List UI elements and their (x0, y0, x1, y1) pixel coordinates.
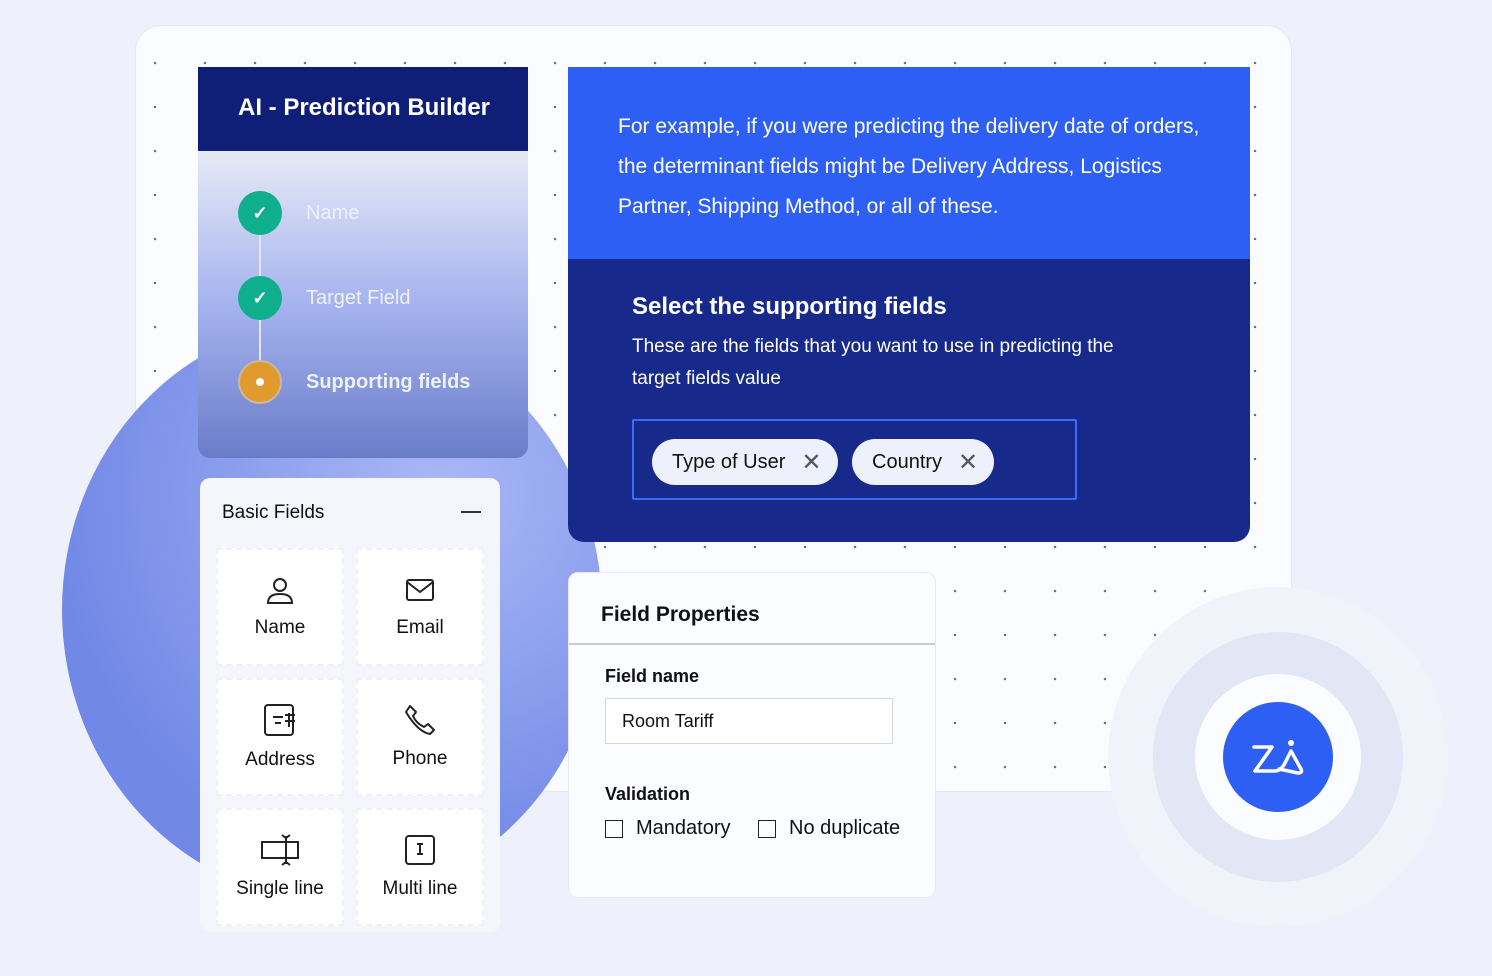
field-properties-card: Field Properties Field name Room Tariff … (568, 572, 936, 898)
user-icon (266, 578, 294, 604)
step-connector (259, 235, 261, 277)
step-label: Name (306, 201, 360, 224)
zia-logo[interactable] (1223, 702, 1333, 812)
field-tile-address[interactable]: Address (216, 678, 344, 796)
mail-icon (406, 579, 434, 601)
current-step-icon (238, 360, 282, 404)
collapse-icon[interactable] (461, 511, 481, 513)
basic-fields-card: Basic Fields Name Email Address Phone Si… (200, 478, 500, 932)
field-tile-name[interactable]: Name (216, 548, 344, 666)
checkbox-icon (605, 819, 623, 838)
field-name-label: Field name (605, 666, 700, 686)
close-icon[interactable]: ✕ (958, 448, 978, 477)
tile-label: Single line (236, 878, 324, 899)
builder-steps: ✓ Name ✓ Target Field Supporting fields (198, 151, 528, 458)
checkbox-icon (758, 819, 776, 838)
chip-type-of-user: Type of User ✕ (652, 439, 838, 485)
phone-icon (405, 705, 435, 735)
divider (569, 643, 935, 645)
basic-fields-title: Basic Fields (222, 502, 325, 523)
check-icon: ✓ (238, 276, 282, 320)
field-properties-title: Field Properties (601, 603, 760, 626)
supporting-title: Select the supporting fields (632, 293, 947, 320)
chip-label: Country (872, 450, 943, 473)
step-label: Target Field (306, 286, 411, 309)
info-box: For example, if you were predicting the … (568, 67, 1250, 259)
validation-label: Validation (605, 784, 691, 804)
chip-label: Type of User (672, 450, 786, 473)
multi-line-icon (405, 835, 435, 865)
zia-logo-icon (1252, 740, 1304, 775)
tile-label: Multi line (382, 878, 458, 899)
checkbox-label: No duplicate (789, 817, 901, 839)
supporting-fields-input[interactable]: Type of User ✕ Country ✕ (632, 419, 1077, 500)
supporting-description: These are the fields that you want to us… (632, 336, 1114, 389)
step-name[interactable]: ✓ Name (238, 191, 359, 235)
checkbox-label: Mandatory (636, 817, 731, 839)
step-connector (259, 319, 261, 361)
info-text: For example, if you were predicting the … (618, 115, 1200, 218)
step-target-field[interactable]: ✓ Target Field (238, 276, 411, 320)
field-name-input[interactable]: Room Tariff (605, 698, 893, 744)
step-supporting-fields[interactable]: Supporting fields (238, 360, 470, 404)
step-label: Supporting fields (306, 370, 471, 393)
mandatory-checkbox[interactable]: Mandatory (605, 817, 731, 840)
chip-country: Country ✕ (852, 439, 995, 485)
tile-label: Name (254, 617, 306, 638)
tile-label: Email (396, 617, 444, 638)
field-tile-single-line[interactable]: Single line (216, 808, 344, 926)
field-tile-multi-line[interactable]: Multi line (356, 808, 484, 926)
single-line-icon (261, 834, 299, 866)
builder-title: AI - Prediction Builder (198, 67, 528, 151)
tile-label: Phone (392, 748, 448, 769)
field-tile-email[interactable]: Email (356, 548, 484, 666)
check-icon: ✓ (238, 191, 282, 235)
field-tile-phone[interactable]: Phone (356, 678, 484, 796)
no-duplicate-checkbox[interactable]: No duplicate (758, 817, 900, 840)
address-icon (264, 704, 295, 736)
tile-label: Address (245, 749, 315, 770)
close-icon[interactable]: ✕ (801, 448, 821, 477)
